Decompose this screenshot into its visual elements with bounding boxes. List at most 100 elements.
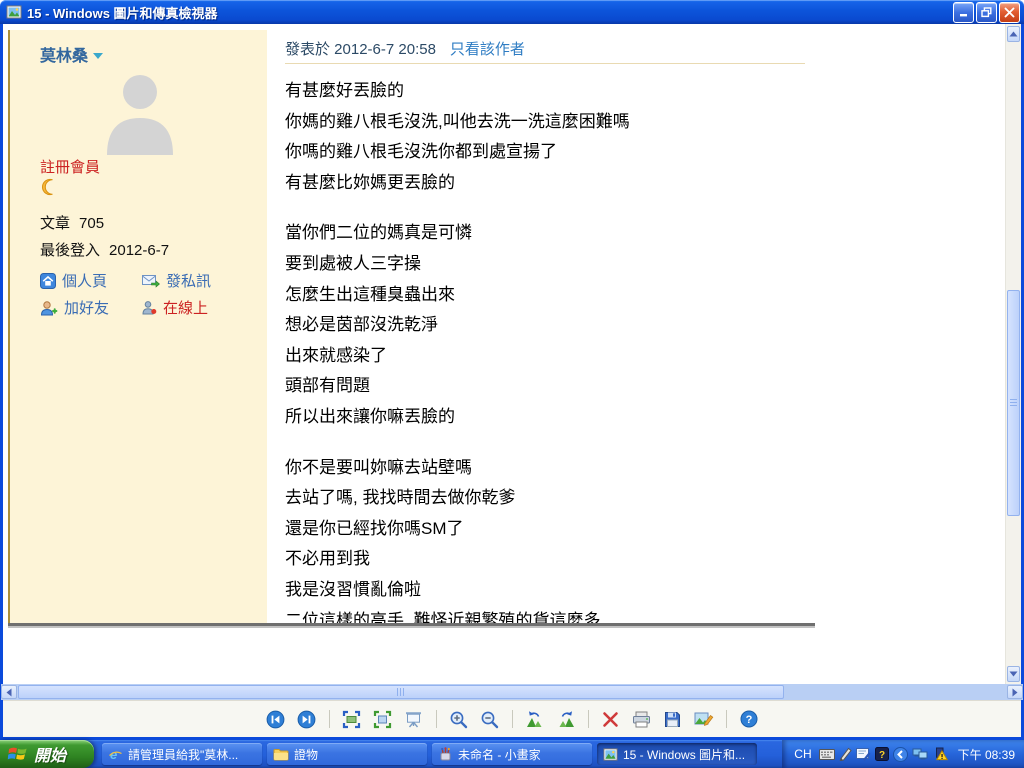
post-date: 發表於 2012-6-7 20:58 [285, 38, 436, 59]
taskbar-item-label: 未命名 - 小畫家 [458, 746, 541, 763]
post-body: 有甚麼好丟臉的你媽的雞八根毛沒洗,叫他去洗一洗這麼困難嗎你嗎的雞八根毛沒洗你都到… [285, 76, 811, 626]
edit-image-button[interactable] [692, 707, 716, 731]
user-link-label: 個人頁 [62, 270, 107, 291]
post-line: 當你們二位的媽真是可憐 [285, 218, 811, 249]
post-line: 頭部有問題 [285, 371, 811, 402]
toolbar-separator [329, 710, 330, 728]
restore-button[interactable] [976, 2, 997, 23]
toolbar-separator [726, 710, 727, 728]
viewer-app-icon [6, 4, 22, 20]
next-image-button[interactable] [295, 707, 319, 731]
toolbar-separator [588, 710, 589, 728]
taskbar-clock[interactable]: 下午 08:39 [958, 746, 1015, 763]
post-line: 怎麼生出這種臭蟲出來 [285, 280, 811, 311]
post-line: 出來就感染了 [285, 341, 811, 372]
post-line: 你媽的雞八根毛沒洗,叫他去洗一洗這麼困難嗎 [285, 107, 811, 138]
horizontal-scroll-thumb[interactable] [18, 685, 784, 699]
viewer-icon [603, 747, 618, 762]
start-label: 開始 [34, 742, 66, 766]
online-icon [142, 300, 157, 315]
tray-help-icon[interactable]: ? [875, 747, 889, 761]
scroll-down-button[interactable] [1007, 666, 1020, 682]
lang-collapse-icon[interactable] [893, 747, 908, 762]
zoom-in-button[interactable] [447, 707, 471, 731]
post-line: 有甚麼好丟臉的 [285, 76, 811, 107]
rotate-clockwise-button[interactable] [554, 707, 578, 731]
save-button[interactable] [661, 707, 685, 731]
taskbar-item-label: 15 - Windows 圖片和... [623, 746, 745, 763]
user-link: 發私訊 [142, 270, 211, 291]
zoom-out-button[interactable] [478, 707, 502, 731]
close-button[interactable] [999, 2, 1020, 23]
post-header: 發表於 2012-6-7 20:58 只看該作者 [285, 38, 525, 59]
vertical-scrollbar[interactable] [1005, 24, 1021, 684]
post-line: 有甚麼比妳媽更丟臉的 [285, 168, 811, 199]
taskbar-items: e 請管理員給我"莫林... 證物 未命名 - 小畫家 15 - Windows 圖片和… [102, 743, 782, 765]
post-line: 你不是要叫妳嘛去站壁嗎 [285, 453, 811, 484]
stat-value: 2012-6-7 [109, 242, 169, 259]
user-link: 加好友 [40, 297, 142, 318]
scroll-left-button[interactable] [1, 685, 17, 699]
scroll-right-button[interactable] [1007, 685, 1023, 699]
stat-value: 705 [79, 215, 104, 232]
title-bar: 15 - Windows 圖片和傳真檢視器 [0, 0, 1024, 24]
user-link: 個人頁 [40, 270, 142, 291]
post-line: 不必用到我 [285, 544, 811, 575]
forum-user-sidebar: 莫林桑 註冊會員 文章705最後登入2012-6-7 個人頁發私訊加好友在線上 [10, 30, 267, 623]
keyboard-icon[interactable] [819, 749, 835, 760]
horizontal-scrollbar[interactable] [1, 684, 1023, 700]
pen-icon[interactable] [839, 747, 852, 761]
user-link-label: 加好友 [64, 297, 109, 318]
taskbar-item[interactable]: 15 - Windows 圖片和... [597, 743, 757, 765]
header-divider [285, 63, 805, 64]
user-stat-row: 最後登入 2012-6-7 [40, 237, 169, 264]
stat-label: 文章 [40, 215, 70, 232]
ime-pad-icon[interactable] [856, 747, 871, 761]
previous-image-button[interactable] [264, 707, 288, 731]
user-group-label: 註冊會員 [40, 156, 100, 177]
start-button[interactable]: 開始 [0, 740, 94, 768]
user-link: 在線上 [142, 297, 211, 318]
post-line: 還是你已經找你嗎SM了 [285, 514, 811, 545]
ie-icon: e [108, 747, 123, 762]
stat-label: 最後登入 [40, 242, 100, 259]
taskbar-item[interactable]: 證物 [267, 743, 427, 765]
windows-logo-icon [7, 744, 29, 764]
start-slideshow-button[interactable] [402, 707, 426, 731]
taskbar: 開始 e 請管理員給我"莫林... 證物 未命名 - 小畫家 15 - Windows … [0, 740, 1024, 768]
taskbar-item-label: 請管理員給我"莫林... [128, 746, 238, 763]
best-fit-button[interactable] [340, 707, 364, 731]
security-warning-icon[interactable] [932, 747, 948, 761]
home-icon [40, 273, 56, 289]
post-line: 二位這樣的高手, 難怪近親繁殖的貨這麼多 [285, 606, 811, 627]
user-links: 個人頁 發私訊加好友 在線上 [40, 270, 211, 318]
toolbar-separator [512, 710, 513, 728]
dropdown-icon [93, 53, 103, 59]
screen: { "window": { "title": "15 - Windows 圖片和… [0, 0, 1024, 768]
user-stats: 文章 705 最後登入 2012-6-7 [40, 210, 169, 264]
displayed-image: 莫林桑 註冊會員 文章705最後登入2012-6-7 個人頁發私訊加好友在線上 … [8, 30, 815, 626]
network-icon[interactable] [912, 748, 928, 761]
rotate-counterclockwise-button[interactable] [523, 707, 547, 731]
add-friend-icon [40, 300, 58, 316]
viewer-window-body: 莫林桑 註冊會員 文章705最後登入2012-6-7 個人頁發私訊加好友在線上 … [0, 24, 1024, 740]
print-button[interactable] [630, 707, 654, 731]
post-line [285, 433, 811, 453]
mail-icon [142, 274, 160, 288]
taskbar-item[interactable]: 未命名 - 小畫家 [432, 743, 592, 765]
toolbar-separator [436, 710, 437, 728]
window-title: 15 - Windows 圖片和傳真檢視器 [27, 3, 951, 22]
taskbar-item[interactable]: e 請管理員給我"莫林... [102, 743, 262, 765]
user-link-label: 發私訊 [166, 270, 211, 291]
post-line: 要到處被人三字操 [285, 249, 811, 280]
post-line [285, 198, 811, 218]
svg-text:?: ? [879, 750, 885, 761]
delete-button[interactable] [599, 707, 623, 731]
actual-size-button[interactable] [371, 707, 395, 731]
language-indicator[interactable]: CH [794, 747, 811, 761]
paint-icon [438, 747, 453, 762]
scroll-up-button[interactable] [1007, 26, 1020, 42]
vertical-scroll-thumb[interactable] [1007, 290, 1020, 516]
minimize-button[interactable] [953, 2, 974, 23]
help-button[interactable]: ? [737, 707, 761, 731]
